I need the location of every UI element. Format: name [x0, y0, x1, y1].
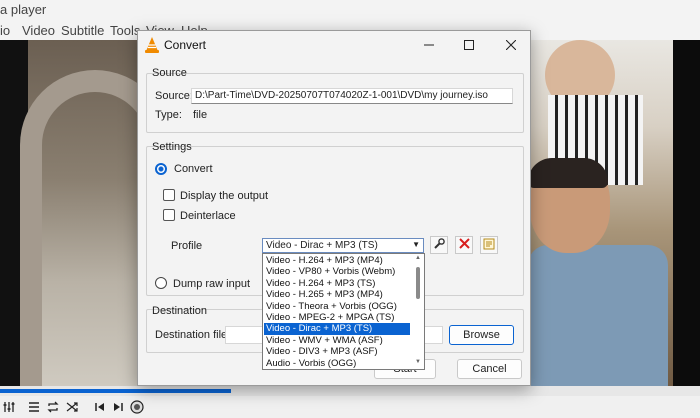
menu-tools[interactable]: Tools: [110, 23, 140, 38]
profile-option[interactable]: Video - Dirac + MP3 (TS): [264, 323, 410, 335]
smiling-man-shirt: [528, 245, 668, 386]
destination-file-label: Destination file:: [155, 329, 231, 341]
profile-option[interactable]: Video - DIV3 + MP3 (ASF): [264, 346, 410, 357]
shuffle-icon[interactable]: [64, 399, 80, 415]
frame-forward-icon[interactable]: [110, 399, 126, 415]
vlc-window-title: a player: [0, 2, 47, 17]
deinterlace-checkbox[interactable]: [163, 209, 175, 221]
profile-option[interactable]: Audio - Vorbis (OGG): [264, 358, 410, 369]
profile-option[interactable]: Video - H.265 + MP3 (MP4): [264, 289, 410, 300]
display-output-checkbox[interactable]: [163, 189, 175, 201]
new-profile-button[interactable]: [480, 236, 498, 254]
destination-group-title: Destination: [152, 305, 208, 317]
profile-option[interactable]: Video - VP80 + Vorbis (Webm): [264, 266, 410, 277]
deinterlace-label: Deinterlace: [180, 210, 236, 222]
scroll-up-icon[interactable]: ▲: [415, 255, 421, 261]
menu-subtitle[interactable]: Subtitle: [61, 23, 104, 38]
loop-icon[interactable]: [45, 399, 61, 415]
profile-option[interactable]: Video - WMV + WMA (ASF): [264, 335, 410, 346]
vlc-titlebar: a player: [0, 0, 700, 20]
profile-option[interactable]: Video - H.264 + MP3 (MP4): [264, 255, 410, 266]
delete-profile-button[interactable]: [455, 236, 473, 254]
menu-media[interactable]: io: [0, 23, 10, 38]
profile-option[interactable]: Video - Theora + Vorbis (OGG): [264, 301, 410, 312]
edit-profile-button[interactable]: [430, 236, 448, 254]
video-letterbox-right: [673, 40, 700, 386]
dump-raw-label: Dump raw input: [173, 278, 251, 290]
delete-icon: [458, 238, 470, 252]
screen: a player io Video Subtitle Tools View He…: [0, 0, 700, 418]
source-path-field[interactable]: D:\Part-Time\DVD-20250707T074020Z-1-001\…: [191, 88, 513, 104]
source-group-title: Source: [152, 67, 187, 79]
playback-controls: [0, 396, 700, 418]
convert-label: Convert: [174, 163, 213, 175]
smiling-man-hair: [528, 158, 608, 188]
dialog-title: Convert: [164, 38, 207, 52]
source-label: Source:: [155, 90, 193, 102]
equalizer-icon[interactable]: [1, 399, 17, 415]
scroll-down-icon[interactable]: ▼: [415, 359, 421, 365]
profile-label: Profile: [171, 240, 203, 252]
vlc-cone-icon: [145, 37, 159, 56]
browse-button[interactable]: Browse: [449, 325, 514, 345]
profile-select[interactable]: Video - Dirac + MP3 (TS) ▼: [262, 238, 424, 253]
close-icon[interactable]: [500, 35, 522, 55]
type-value: file: [193, 109, 208, 121]
scroll-thumb[interactable]: [416, 267, 420, 299]
dropdown-scrollbar[interactable]: ▲ ▼: [413, 255, 423, 368]
display-output-label: Display the output: [180, 190, 269, 202]
snapshot-icon[interactable]: [129, 399, 145, 415]
minimize-icon[interactable]: [418, 35, 440, 55]
convert-dialog: Convert Source Source: D:\Part-Time\DVD-…: [137, 30, 531, 386]
convert-radio[interactable]: [155, 163, 167, 175]
profile-option[interactable]: Video - MPEG-2 + MPGA (TS): [264, 312, 410, 323]
wrench-icon: [433, 237, 445, 253]
chevron-down-icon: ▼: [412, 240, 420, 249]
new-profile-icon: [483, 238, 495, 253]
dump-raw-radio[interactable]: [155, 277, 167, 289]
maximize-icon[interactable]: [458, 35, 480, 55]
dialog-titlebar[interactable]: Convert: [138, 31, 530, 60]
frame-back-icon[interactable]: [92, 399, 108, 415]
source-path-value: D:\Part-Time\DVD-20250707T074020Z-1-001\…: [195, 90, 488, 101]
profile-option[interactable]: Video - H.264 + MP3 (TS): [264, 278, 410, 289]
menu-video[interactable]: Video: [22, 23, 55, 38]
cancel-button[interactable]: Cancel: [457, 359, 522, 379]
profile-selected-value: Video - Dirac + MP3 (TS): [266, 240, 378, 251]
settings-group-title: Settings: [152, 141, 192, 153]
type-label: Type:: [155, 109, 182, 121]
seek-bar-fill: [0, 389, 231, 393]
playlist-icon[interactable]: [26, 399, 42, 415]
profile-dropdown-list: ▲ ▼ Video - H.264 + MP3 (MP4) Video - VP8…: [262, 253, 425, 370]
